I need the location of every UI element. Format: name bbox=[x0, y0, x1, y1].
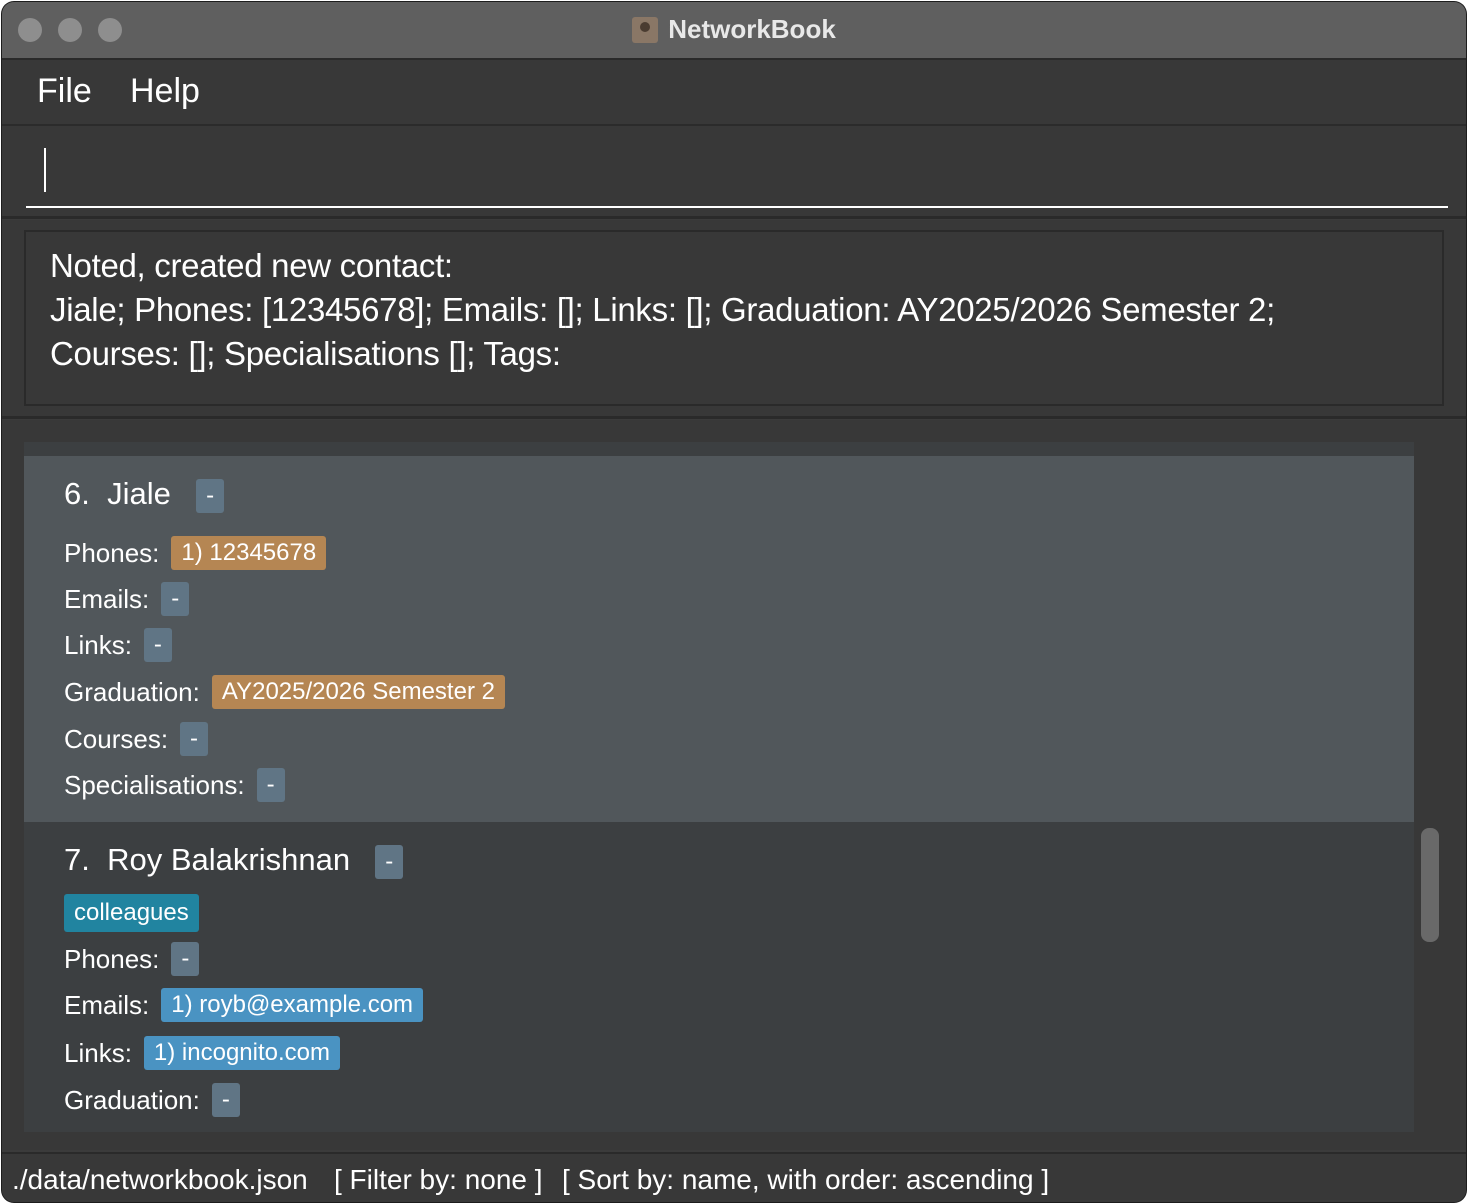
links-label: Links: bbox=[64, 629, 132, 660]
specialisations-label: Specialisations: bbox=[64, 769, 245, 800]
phones-label: Phones: bbox=[64, 537, 160, 568]
list-scrollbar-thumb[interactable] bbox=[1421, 828, 1439, 942]
command-box bbox=[2, 126, 1466, 216]
result-display[interactable]: Noted, created new contact: Jiale; Phone… bbox=[24, 230, 1444, 406]
link-badge: - bbox=[143, 628, 172, 663]
emails-field: Emails: 1) royb@example.com bbox=[64, 988, 424, 1023]
email-badge: - bbox=[161, 582, 190, 617]
contact-card[interactable]: 6. Jiale - Phones: 1) 12345678 Emails: - L… bbox=[24, 456, 1414, 822]
result-panel: Noted, created new contact: Jiale; Phone… bbox=[2, 220, 1466, 416]
emails-label: Emails: bbox=[64, 989, 150, 1020]
graduation-badge: AY2025/2026 Semester 2 bbox=[211, 675, 505, 710]
result-message: Noted, created new contact: Jiale; Phone… bbox=[50, 247, 1275, 372]
specialisations-field: Specialisations: - bbox=[64, 768, 285, 803]
specialisation-badge: - bbox=[256, 768, 285, 803]
status-file-path: ./data/networkbook.json bbox=[12, 1164, 308, 1195]
phones-field: Phones: 1) 12345678 bbox=[64, 536, 327, 571]
graduation-label: Graduation: bbox=[64, 676, 200, 707]
emails-field: Emails: - bbox=[64, 582, 190, 617]
window-title: NetworkBook bbox=[2, 14, 1466, 45]
title-bar: NetworkBook bbox=[2, 2, 1466, 60]
graduation-field: Graduation: AY2025/2026 Semester 2 bbox=[64, 675, 505, 710]
links-field: Links: 1) incognito.com bbox=[64, 1036, 341, 1071]
link-badge[interactable]: 1) incognito.com bbox=[143, 1036, 341, 1071]
phones-field: Phones: - bbox=[64, 942, 200, 977]
menu-file[interactable]: File bbox=[37, 72, 92, 111]
contact-list[interactable]: 6. Jiale - Phones: 1) 12345678 Emails: - L… bbox=[24, 442, 1414, 1132]
priority-badge: - bbox=[375, 844, 404, 879]
priority-badge: - bbox=[196, 478, 225, 513]
contact-card[interactable]: 7. Roy Balakrishnan - colleagues Phones:… bbox=[24, 822, 1414, 1132]
contact-index: 7. bbox=[64, 842, 90, 877]
app-window: NetworkBook File Help Noted, created new… bbox=[2, 2, 1466, 1202]
links-label: Links: bbox=[64, 1037, 132, 1068]
course-badge: - bbox=[180, 722, 209, 757]
phone-badge: - bbox=[171, 942, 200, 977]
email-badge[interactable]: 1) royb@example.com bbox=[161, 988, 424, 1023]
divider bbox=[2, 216, 1466, 219]
tag-badge: colleagues bbox=[64, 894, 199, 932]
emails-label: Emails: bbox=[64, 583, 150, 614]
courses-field: Courses: - bbox=[64, 722, 209, 757]
graduation-label: Graduation: bbox=[64, 1084, 200, 1115]
status-sort: [ Sort by: name, with order: ascending ] bbox=[562, 1164, 1050, 1195]
contact-name: Roy Balakrishnan bbox=[107, 842, 351, 877]
contact-book-icon bbox=[632, 17, 659, 43]
divider bbox=[2, 416, 1466, 419]
graduation-badge: - bbox=[211, 1083, 240, 1118]
contact-name: Jiale bbox=[107, 476, 171, 511]
command-input[interactable] bbox=[26, 140, 1448, 208]
contact-list-panel: 6. Jiale - Phones: 1) 12345678 Emails: - L… bbox=[2, 420, 1466, 1150]
status-filter: [ Filter by: none ] bbox=[334, 1164, 543, 1195]
menu-help[interactable]: Help bbox=[130, 72, 200, 111]
contact-header: 6. Jiale - bbox=[64, 476, 225, 513]
text-caret bbox=[44, 148, 46, 192]
menu-bar: File Help bbox=[2, 60, 1466, 126]
links-field: Links: - bbox=[64, 628, 172, 663]
contact-header: 7. Roy Balakrishnan - bbox=[64, 842, 404, 879]
courses-label: Courses: bbox=[64, 723, 169, 754]
contact-index: 6. bbox=[64, 476, 90, 511]
status-bar: ./data/networkbook.json [ Filter by: non… bbox=[2, 1152, 1466, 1202]
phones-label: Phones: bbox=[64, 943, 160, 974]
tags-field: colleagues bbox=[64, 894, 199, 932]
phone-badge[interactable]: 1) 12345678 bbox=[171, 536, 327, 571]
graduation-field: Graduation: - bbox=[64, 1083, 240, 1118]
